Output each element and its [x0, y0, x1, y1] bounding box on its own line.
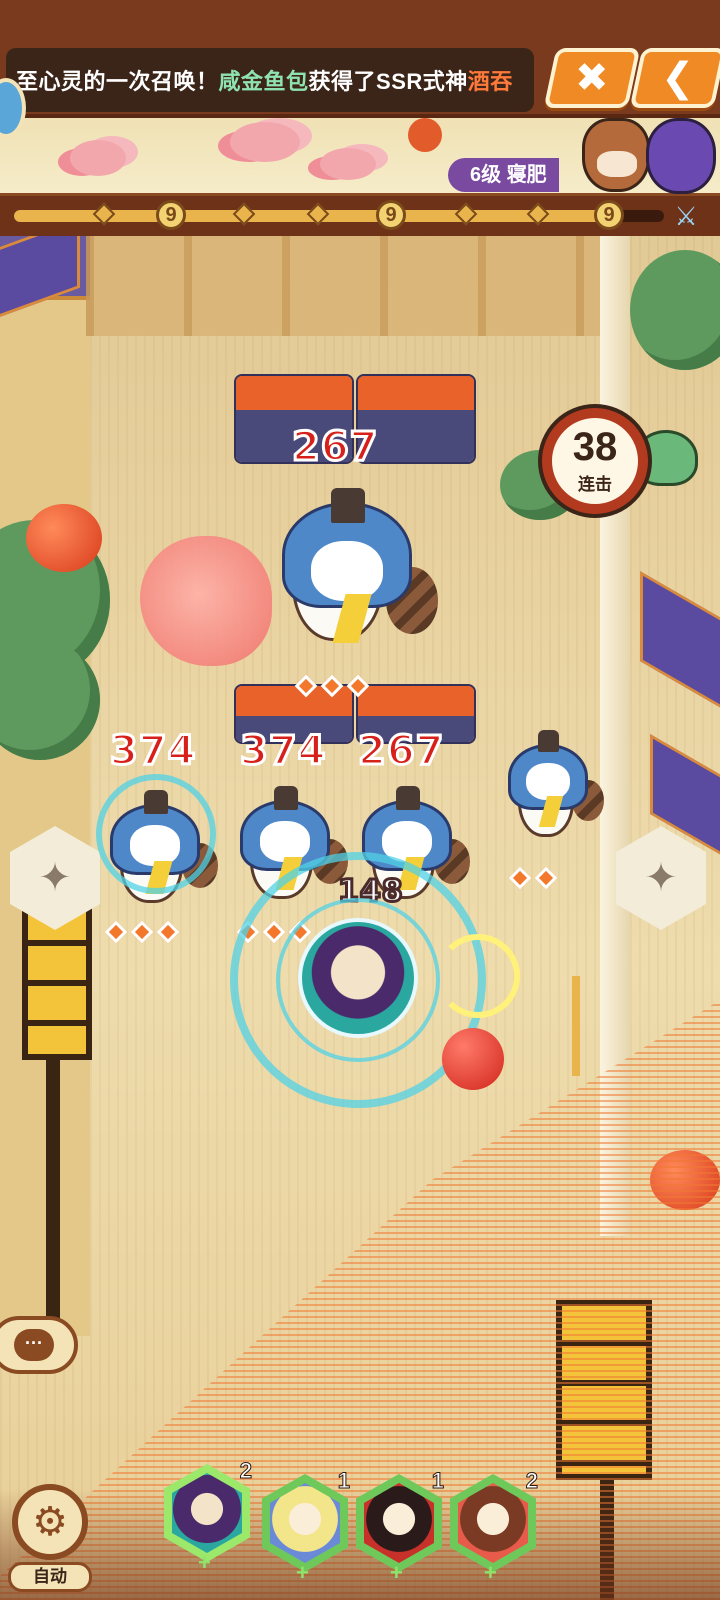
plus-icon: +	[484, 1560, 497, 1585]
sakura-tree	[70, 140, 126, 176]
plus-icon: +	[390, 1560, 403, 1585]
enemy-status-diamonds	[508, 866, 558, 890]
boss-level-tag: 6级 寝肥	[448, 158, 559, 192]
boss-companion-portrait	[646, 118, 716, 194]
left-wall	[0, 236, 90, 1336]
roof-tile	[640, 571, 720, 719]
announcement-shikigami: 酒吞	[467, 69, 513, 94]
boss-portrait	[582, 118, 650, 192]
progress-milestone: 9	[594, 200, 624, 230]
auto-button[interactable]: ⚙ 自动	[2, 1478, 96, 1596]
red-sun	[408, 118, 442, 152]
progress-milestone: 9	[156, 200, 186, 230]
apple-item[interactable]	[442, 1028, 504, 1090]
combo-count: 38	[572, 425, 618, 469]
tanuki-enemy[interactable]	[508, 730, 604, 840]
plus-icon: +	[198, 1550, 211, 1575]
player-character[interactable]	[298, 918, 418, 1038]
combo-counter: 38 连击	[542, 408, 648, 514]
close-button[interactable]: ✖	[543, 48, 641, 108]
plus-icon: +	[296, 1560, 309, 1585]
hero-count: 1	[431, 1468, 444, 1494]
slash-arc	[436, 934, 520, 1018]
progress-milestone: 9	[376, 200, 406, 230]
white-pillar	[600, 236, 630, 1236]
damage-number: 267	[357, 727, 445, 776]
enemy-status-diamonds	[294, 674, 370, 698]
hero-slot-3[interactable]: 1 +	[356, 1468, 445, 1585]
chevron-left-icon: ❮	[661, 56, 695, 100]
progress-track: 9 9 9	[14, 200, 664, 230]
crossed-swords-icon: ⚔	[674, 201, 698, 231]
hero-count: 1	[337, 1468, 350, 1494]
announcement-middle: 获得了SSR式神	[308, 69, 468, 94]
stage-progress-bar: 9 9 9	[0, 196, 720, 236]
damage-number: 374	[109, 727, 197, 776]
back-button[interactable]: ❮	[629, 48, 720, 108]
hero-slot-4[interactable]: 2 +	[450, 1468, 539, 1585]
damage-number: 267	[291, 423, 379, 472]
tanuki-enemy-boss[interactable]	[282, 488, 438, 664]
lantern-pole	[46, 1020, 60, 1330]
hero-slot-1[interactable]: 2 +	[164, 1458, 253, 1575]
sakura-tree	[320, 148, 376, 180]
damage-number: 374	[239, 727, 327, 776]
chat-button[interactable]: ···	[0, 1316, 78, 1374]
hero-slot-2[interactable]: 1 +	[262, 1468, 351, 1585]
announcement-prefix: 至心灵的一次召唤！	[16, 69, 219, 94]
sakura-tree	[230, 122, 300, 162]
golden-staff	[572, 976, 580, 1076]
persimmon-fruit	[26, 504, 102, 572]
stone-lantern	[556, 1300, 652, 1480]
chat-bubble-icon: ···	[14, 1329, 54, 1361]
close-icon: ✖	[575, 56, 609, 100]
hero-count: 2	[239, 1458, 252, 1484]
announcement-ticker: 至心灵的一次召唤！咸金鱼包获得了SSR式神酒吞	[6, 48, 534, 112]
persimmon-fruit	[650, 1150, 720, 1210]
hero-count: 2	[525, 1468, 538, 1494]
announcement-player: 咸金鱼包	[218, 69, 309, 94]
auto-label: 自动	[8, 1562, 92, 1592]
flame-spirit	[140, 536, 272, 666]
game-stage[interactable]: ✦ ✦ 267 374 374 267 148 38 连击 至心灵的一次召唤！咸…	[0, 0, 720, 1600]
combo-label: 连击	[578, 475, 612, 494]
enemy-status-diamonds	[104, 920, 180, 944]
pine-tree	[630, 250, 720, 370]
announcement-text: 至心灵的一次召唤！咸金鱼包获得了SSR式神酒吞	[6, 64, 513, 96]
shoji-wall	[86, 236, 606, 336]
gear-icon: ⚙	[12, 1484, 88, 1560]
boss-level: 6级	[470, 164, 502, 186]
boss-name: 寝肥	[506, 164, 547, 186]
water-ring	[96, 774, 216, 894]
